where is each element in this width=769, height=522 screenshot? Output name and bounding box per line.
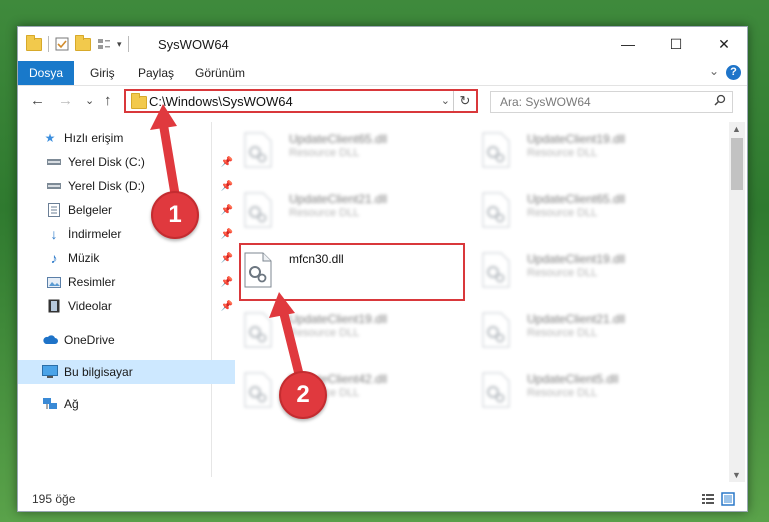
step-2-badge: 2: [279, 371, 327, 419]
annotation-arrow-1: [150, 104, 305, 383]
step-1-badge: 1: [151, 191, 199, 239]
